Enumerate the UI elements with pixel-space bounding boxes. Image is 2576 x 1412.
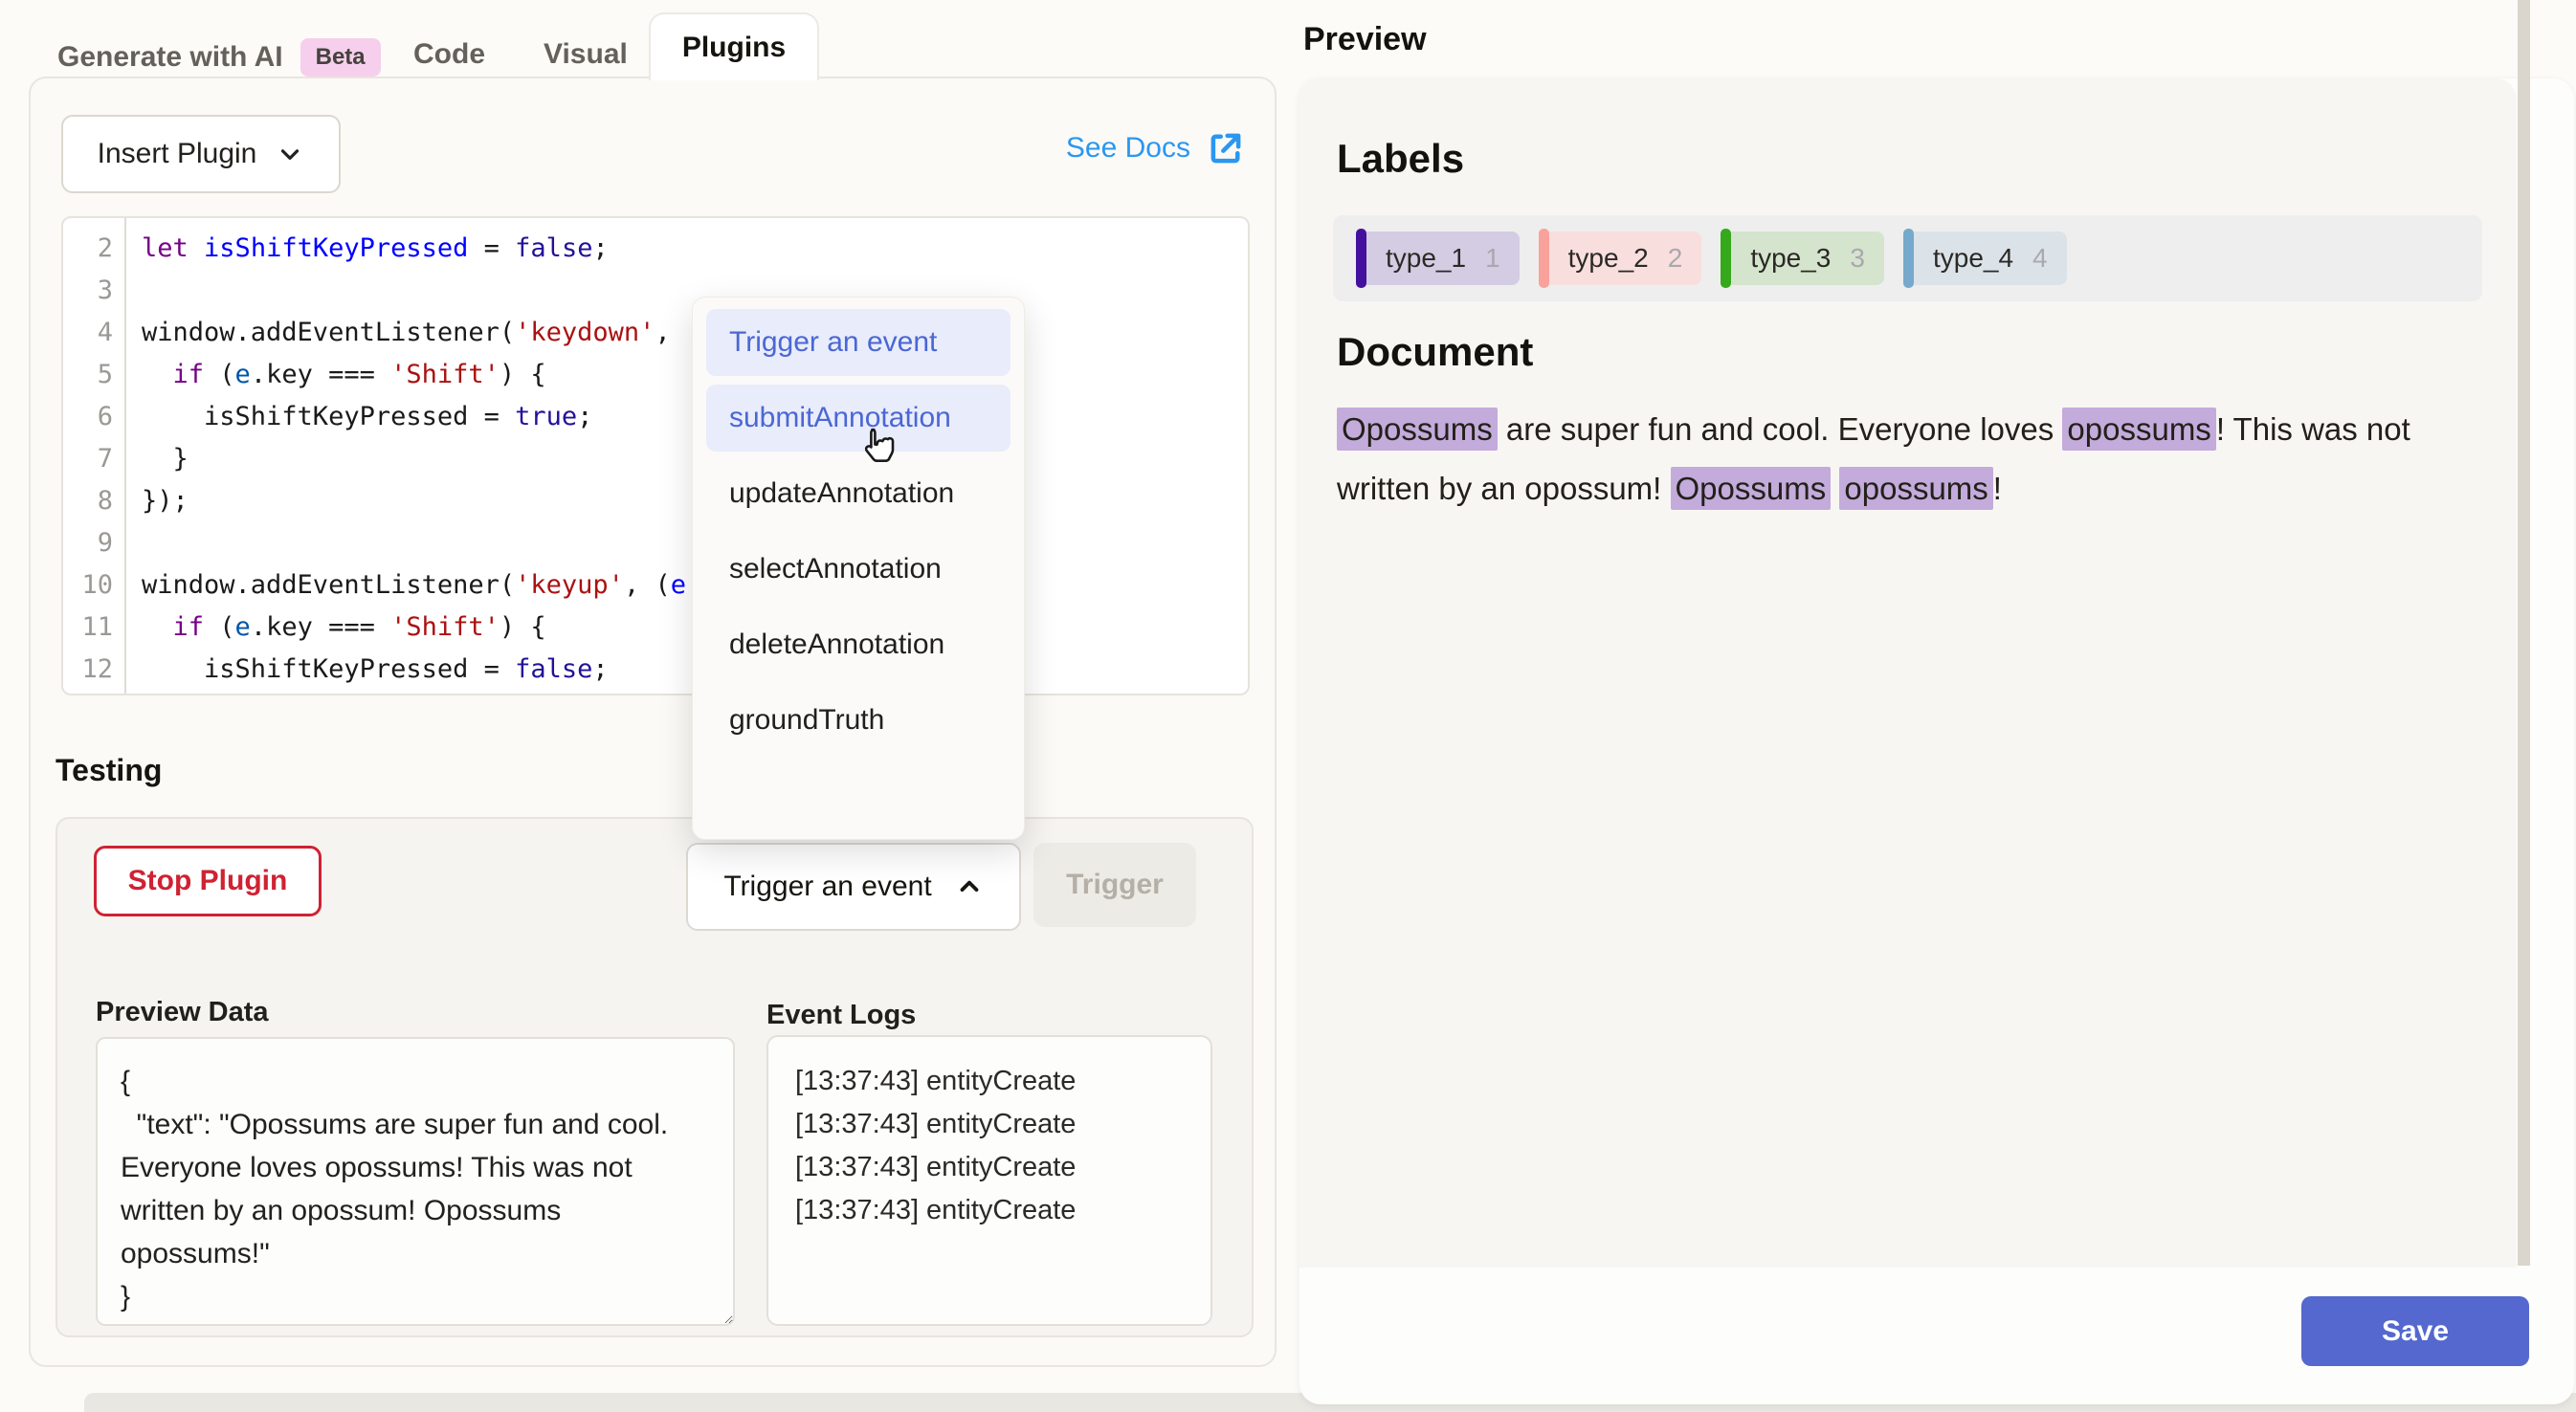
- event-log-line: [13:37:43] entityCreate: [795, 1189, 1210, 1232]
- tab-generate-with-ai[interactable]: Generate with AI Beta: [57, 38, 381, 77]
- vertical-scrollbar[interactable]: [2518, 0, 2530, 1266]
- chevron-up-icon: [955, 872, 984, 901]
- label-color-bar: [1721, 229, 1731, 288]
- line-number: 12: [63, 649, 124, 691]
- label-chip-name: type_2: [1568, 243, 1649, 274]
- code-line[interactable]: isShiftKeyPressed = false;: [142, 649, 686, 691]
- label-chip-count: 3: [1850, 243, 1865, 274]
- menu-item-submit-annotation[interactable]: submitAnnotation: [706, 385, 1010, 452]
- annotation-highlight[interactable]: opossums: [2062, 408, 2215, 451]
- code-line[interactable]: window.addEventListener('keydown',: [142, 312, 686, 354]
- trigger-button[interactable]: Trigger: [1033, 843, 1196, 927]
- see-docs-label: See Docs: [1066, 132, 1190, 165]
- menu-item-update-annotation[interactable]: updateAnnotation: [706, 460, 1010, 527]
- code-line[interactable]: [142, 522, 686, 564]
- annotation-highlight[interactable]: Opossums: [1337, 408, 1498, 451]
- labels-heading: Labels: [1337, 136, 1464, 182]
- label-chip-count: 4: [2032, 243, 2048, 274]
- event-logs-box: [13:37:43] entityCreate [13:37:43] entit…: [766, 1035, 1212, 1326]
- code-line[interactable]: if (e.key === 'Shift') {: [142, 354, 686, 396]
- beta-badge: Beta: [300, 38, 381, 77]
- label-chip-name: type_4: [1933, 243, 2013, 274]
- event-dropdown-menu: Trigger an event submitAnnotation update…: [692, 297, 1025, 840]
- line-number: 9: [63, 522, 124, 564]
- event-select[interactable]: Trigger an event: [686, 843, 1021, 931]
- line-number: 11: [63, 607, 124, 649]
- code-editor[interactable]: 23456789101112 let isShiftKeyPressed = f…: [61, 216, 1250, 695]
- save-button[interactable]: Save: [2301, 1296, 2529, 1366]
- event-logs-label: Event Logs: [766, 1000, 916, 1031]
- insert-plugin-label: Insert Plugin: [98, 138, 257, 170]
- preview-heading: Preview: [1303, 21, 1427, 58]
- event-log-line: [13:37:43] entityCreate: [795, 1060, 1210, 1103]
- line-number: 7: [63, 438, 124, 480]
- plugins-panel: Insert Plugin See Docs 23456789101112 le…: [29, 77, 1277, 1367]
- testing-panel: Stop Plugin Trigger an event Trigger Pre…: [56, 817, 1254, 1337]
- label-chip-name: type_3: [1750, 243, 1831, 274]
- external-link-icon: [1206, 128, 1246, 168]
- label-color-bar: [1356, 229, 1366, 288]
- stop-plugin-button[interactable]: Stop Plugin: [94, 846, 322, 916]
- code-line[interactable]: });: [142, 480, 686, 522]
- menu-item-trigger-an-event[interactable]: Trigger an event: [706, 309, 1010, 376]
- line-number: 4: [63, 312, 124, 354]
- line-number: 5: [63, 354, 124, 396]
- insert-plugin-button[interactable]: Insert Plugin: [61, 115, 341, 193]
- labels-bar: type_1 1 type_2 2 type_3 3 type_4 4: [1333, 215, 2482, 301]
- code-editor-content[interactable]: let isShiftKeyPressed = false; window.ad…: [126, 218, 686, 694]
- tab-code[interactable]: Code: [413, 38, 485, 71]
- code-line[interactable]: isShiftKeyPressed = true;: [142, 396, 686, 438]
- menu-item-ground-truth[interactable]: groundTruth: [706, 687, 1010, 754]
- label-color-bar: [1903, 229, 1914, 288]
- tab-plugins[interactable]: Plugins: [649, 12, 819, 80]
- document-heading: Document: [1337, 329, 1533, 375]
- annotation-highlight[interactable]: Opossums: [1671, 467, 1832, 510]
- line-number: 10: [63, 564, 124, 607]
- code-editor-gutter: 23456789101112: [63, 218, 126, 694]
- code-line[interactable]: let isShiftKeyPressed = false;: [142, 228, 686, 270]
- label-chip-count: 2: [1668, 243, 1683, 274]
- line-number: 2: [63, 228, 124, 270]
- menu-item-delete-annotation[interactable]: deleteAnnotation: [706, 611, 1010, 678]
- tab-visual[interactable]: Visual: [544, 38, 628, 71]
- code-line[interactable]: [142, 270, 686, 312]
- doc-text-segment: [1831, 471, 1839, 506]
- doc-text-segment: are super fun and cool. Everyone loves: [1498, 411, 2063, 447]
- label-color-bar: [1539, 229, 1549, 288]
- label-chip-type-4[interactable]: type_4 4: [1903, 229, 2067, 288]
- testing-heading: Testing: [56, 753, 162, 788]
- label-chip-name: type_1: [1386, 243, 1466, 274]
- event-log-line: [13:37:43] entityCreate: [795, 1103, 1210, 1146]
- event-log-line: [13:37:43] entityCreate: [795, 1146, 1210, 1189]
- document-text[interactable]: Opossums are super fun and cool. Everyon…: [1337, 400, 2476, 518]
- line-number: 3: [63, 270, 124, 312]
- see-docs-link[interactable]: See Docs: [1066, 128, 1246, 168]
- label-chip-type-2[interactable]: type_2 2: [1539, 229, 1702, 288]
- line-number: 6: [63, 396, 124, 438]
- code-line[interactable]: if (e.key === 'Shift') {: [142, 607, 686, 649]
- label-chip-type-3[interactable]: type_3 3: [1721, 229, 1884, 288]
- preview-card: Labels type_1 1 type_2 2 type_3 3: [1299, 78, 2574, 1404]
- preview-data-label: Preview Data: [96, 997, 269, 1028]
- code-line[interactable]: }: [142, 438, 686, 480]
- event-select-value: Trigger an event: [723, 871, 931, 903]
- doc-text-segment: !: [1993, 471, 2002, 506]
- preview-data-textarea[interactable]: { "text": "Opossums are super fun and co…: [96, 1037, 735, 1326]
- tab-generate-label: Generate with AI: [57, 41, 283, 74]
- chevron-down-icon: [276, 140, 304, 168]
- line-number: 8: [63, 480, 124, 522]
- code-line[interactable]: window.addEventListener('keyup', (e: [142, 564, 686, 607]
- menu-item-select-annotation[interactable]: selectAnnotation: [706, 536, 1010, 603]
- label-chip-count: 1: [1485, 243, 1500, 274]
- label-chip-type-1[interactable]: type_1 1: [1356, 229, 1520, 288]
- annotation-highlight[interactable]: opossums: [1839, 467, 1992, 510]
